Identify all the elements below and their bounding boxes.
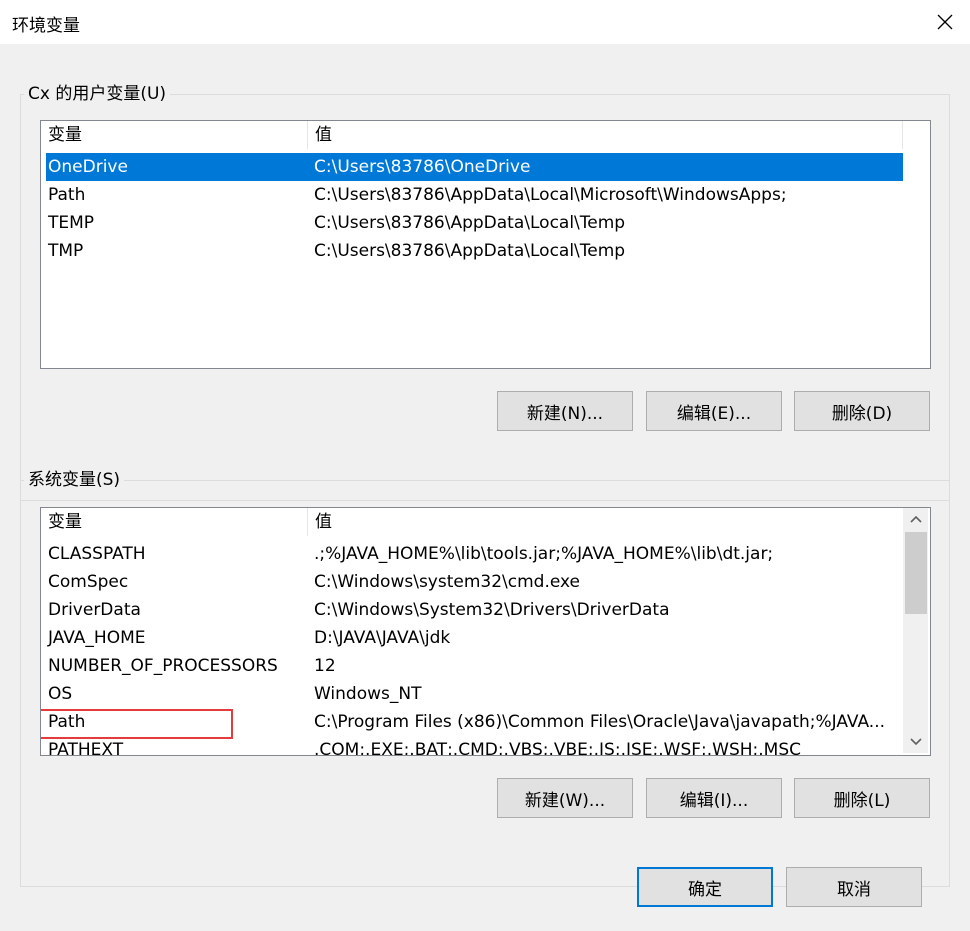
column-header-variable[interactable]: 变量 [41, 508, 307, 536]
var-name: OneDrive [48, 157, 128, 177]
column-divider [902, 121, 903, 149]
column-header-variable[interactable]: 变量 [41, 121, 307, 149]
path-highlight-box [41, 709, 233, 739]
var-value: C:\Users\83786\AppData\Local\Temp [314, 213, 626, 233]
system-vars-label: 系统变量(S) [24, 470, 125, 490]
list-item-os[interactable]: OS Windows_NT [41, 680, 903, 708]
var-name: OS [48, 684, 73, 704]
var-value: 12 [314, 656, 336, 676]
dialog-body: Cx 的用户变量(U) 变量 值 OneDrive C:\Users\83786… [0, 44, 970, 931]
close-button[interactable] [920, 0, 970, 44]
var-value: D:\JAVA\JAVA\jdk [314, 628, 451, 648]
window-title: 环境变量 [12, 16, 80, 36]
var-value: Windows_NT [314, 684, 422, 704]
var-name: CLASSPATH [48, 544, 146, 564]
user-new-button[interactable]: 新建(N)... [497, 391, 633, 431]
var-name: DriverData [48, 600, 141, 620]
var-value: C:\Windows\System32\Drivers\DriverData [314, 600, 670, 620]
var-name: PATHEXT [48, 740, 124, 756]
list-item-java-home[interactable]: JAVA_HOME D:\JAVA\JAVA\jdk [41, 624, 903, 652]
var-name: TMP [48, 241, 84, 261]
var-name: TEMP [48, 213, 95, 233]
system-delete-button[interactable]: 删除(L) [794, 778, 930, 818]
var-value: C:\Users\83786\AppData\Local\Microsoft\W… [314, 185, 787, 205]
user-delete-button[interactable]: 删除(D) [794, 391, 930, 431]
vertical-scrollbar[interactable] [903, 508, 928, 753]
list-item-temp[interactable]: TEMP C:\Users\83786\AppData\Local\Temp [41, 209, 903, 237]
system-vars-list[interactable]: 变量 值 CLASSPATH .;%JAVA_HOME%\lib\tools.j… [40, 507, 931, 756]
list-item-path[interactable]: Path C:\Users\83786\AppData\Local\Micros… [41, 181, 903, 209]
var-name: ComSpec [48, 572, 129, 592]
list-item-comspec[interactable]: ComSpec C:\Windows\system32\cmd.exe [41, 568, 903, 596]
list-item-number-of-processors[interactable]: NUMBER_OF_PROCESSORS 12 [41, 652, 903, 680]
scroll-down-button[interactable] [903, 731, 928, 753]
scroll-up-button[interactable] [903, 508, 928, 530]
close-icon [937, 14, 953, 30]
user-vars-list[interactable]: 变量 值 OneDrive C:\Users\83786\OneDrive Pa… [40, 120, 931, 369]
var-name: NUMBER_OF_PROCESSORS [48, 656, 278, 676]
var-name: JAVA_HOME [48, 628, 146, 648]
system-edit-button[interactable]: 编辑(I)... [646, 778, 782, 818]
list-item-tmp[interactable]: TMP C:\Users\83786\AppData\Local\Temp [41, 237, 903, 265]
system-vars-header: 变量 值 [41, 508, 903, 536]
column-header-value[interactable]: 值 [308, 508, 903, 536]
scroll-thumb[interactable] [905, 532, 927, 614]
ok-button[interactable]: 确定 [637, 867, 773, 907]
list-item-onedrive[interactable]: OneDrive C:\Users\83786\OneDrive [46, 153, 903, 181]
var-value: C:\Users\83786\OneDrive [314, 157, 531, 177]
list-item-driverdata[interactable]: DriverData C:\Windows\System32\Drivers\D… [41, 596, 903, 624]
var-value: C:\Users\83786\AppData\Local\Temp [314, 241, 626, 261]
user-edit-button[interactable]: 编辑(E)... [646, 391, 782, 431]
chevron-down-icon [909, 738, 922, 746]
list-item-classpath[interactable]: CLASSPATH .;%JAVA_HOME%\lib\tools.jar;%J… [41, 540, 903, 568]
user-vars-header: 变量 值 [41, 121, 903, 149]
var-value: .COM;.EXE;.BAT;.CMD;.VBS;.VBE;.JS;.JSE;.… [314, 740, 802, 756]
chevron-up-icon [909, 515, 922, 523]
list-item-pathext[interactable]: PATHEXT .COM;.EXE;.BAT;.CMD;.VBS;.VBE;.J… [41, 736, 903, 756]
cancel-button[interactable]: 取消 [786, 867, 922, 907]
var-name: Path [48, 185, 86, 205]
column-header-value[interactable]: 值 [308, 121, 903, 149]
var-value: C:\Program Files (x86)\Common Files\Orac… [314, 712, 886, 732]
title-bar: 环境变量 [0, 0, 970, 44]
var-value: .;%JAVA_HOME%\lib\tools.jar;%JAVA_HOME%\… [314, 544, 774, 564]
system-new-button[interactable]: 新建(W)... [497, 778, 633, 818]
user-vars-label: Cx 的用户变量(U) [24, 84, 171, 104]
var-value: C:\Windows\system32\cmd.exe [314, 572, 581, 592]
